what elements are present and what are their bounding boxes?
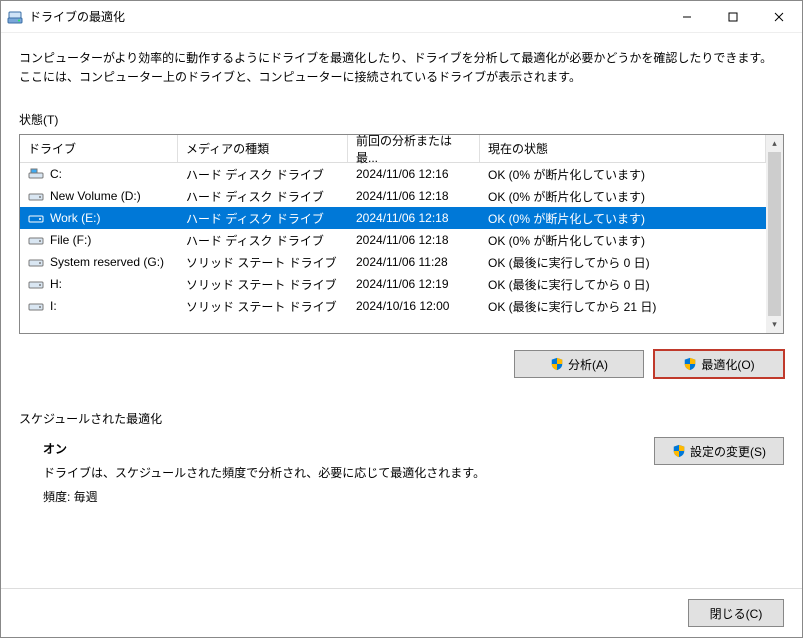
change-settings-label: 設定の変更(S) bbox=[690, 443, 766, 460]
drive-row[interactable]: C: ハード ディスク ドライブ2024/11/06 12:16OK (0% が断… bbox=[20, 163, 766, 185]
drive-icon bbox=[28, 256, 44, 268]
drive-row[interactable]: Work (E:) ハード ディスク ドライブ2024/11/06 12:18OK… bbox=[20, 207, 766, 229]
drive-status: OK (0% が断片化しています) bbox=[480, 210, 766, 227]
intro-text: コンピューターがより効率的に動作するようにドライブを最適化したり、ドライブを分析… bbox=[19, 49, 784, 87]
analyze-button-label: 分析(A) bbox=[568, 356, 608, 373]
drive-icon bbox=[28, 234, 44, 246]
drive-last-run: 2024/10/16 12:00 bbox=[348, 299, 480, 313]
drive-last-run: 2024/11/06 12:18 bbox=[348, 211, 480, 225]
drive-icon bbox=[28, 190, 44, 202]
drive-row[interactable]: New Volume (D:) ハード ディスク ドライブ2024/11/06 1… bbox=[20, 185, 766, 207]
schedule-section-label: スケジュールされた最適化 bbox=[19, 410, 784, 427]
change-settings-button[interactable]: 設定の変更(S) bbox=[654, 437, 784, 465]
status-section-label: 状態(T) bbox=[19, 111, 784, 128]
drive-media: ソリッド ステート ドライブ bbox=[178, 254, 348, 271]
optimize-button[interactable]: 最適化(O) bbox=[654, 350, 784, 378]
column-header-media[interactable]: メディアの種類 bbox=[178, 135, 348, 162]
column-header-status[interactable]: 現在の状態 bbox=[480, 135, 766, 162]
drive-media: ソリッド ステート ドライブ bbox=[178, 276, 348, 293]
optimize-drives-window: ドライブの最適化 コンピューターがより効率的に動作するようにドライブを最適化した… bbox=[0, 0, 803, 638]
shield-icon bbox=[550, 357, 564, 371]
optimize-button-label: 最適化(O) bbox=[701, 356, 754, 373]
drive-last-run: 2024/11/06 11:28 bbox=[348, 255, 480, 269]
scroll-thumb[interactable] bbox=[768, 152, 781, 316]
drive-media: ハード ディスク ドライブ bbox=[178, 188, 348, 205]
drive-icon bbox=[28, 278, 44, 290]
drive-row[interactable]: File (F:) ハード ディスク ドライブ2024/11/06 12:18OK… bbox=[20, 229, 766, 251]
scroll-down-arrow[interactable]: ▾ bbox=[766, 316, 783, 333]
drive-icon bbox=[28, 300, 44, 312]
drive-media: ハード ディスク ドライブ bbox=[178, 232, 348, 249]
maximize-button[interactable] bbox=[710, 2, 756, 32]
minimize-button[interactable] bbox=[664, 2, 710, 32]
drive-status: OK (0% が断片化しています) bbox=[480, 232, 766, 249]
close-dialog-button[interactable]: 閉じる(C) bbox=[688, 599, 784, 627]
column-header-drive[interactable]: ドライブ bbox=[20, 135, 178, 162]
drive-row[interactable]: System reserved (G:) ソリッド ステート ドライブ2024/1… bbox=[20, 251, 766, 273]
drive-name: C: bbox=[50, 167, 62, 181]
drive-status: OK (最後に実行してから 0 日) bbox=[480, 254, 766, 271]
drive-last-run: 2024/11/06 12:18 bbox=[348, 189, 480, 203]
schedule-frequency: 頻度: 毎週 bbox=[43, 485, 654, 509]
drive-name: Work (E:) bbox=[50, 211, 100, 225]
drive-media: ソリッド ステート ドライブ bbox=[178, 298, 348, 315]
drive-row[interactable]: I: ソリッド ステート ドライブ2024/10/16 12:00OK (最後に実… bbox=[20, 295, 766, 317]
app-icon bbox=[7, 9, 23, 25]
drive-media: ハード ディスク ドライブ bbox=[178, 166, 348, 183]
drive-name: System reserved (G:) bbox=[50, 255, 164, 269]
drive-status: OK (0% が断片化しています) bbox=[480, 166, 766, 183]
close-button-label: 閉じる(C) bbox=[710, 605, 763, 622]
window-title: ドライブの最適化 bbox=[29, 8, 664, 25]
shield-icon bbox=[672, 444, 686, 458]
drive-last-run: 2024/11/06 12:18 bbox=[348, 233, 480, 247]
drive-list-body: C:ハード ディスク ドライブ2024/11/06 12:16OK (0% が断… bbox=[20, 163, 766, 317]
drive-last-run: 2024/11/06 12:19 bbox=[348, 277, 480, 291]
drive-list-header: ドライブ メディアの種類 前回の分析または最... 現在の状態 bbox=[20, 135, 766, 163]
titlebar: ドライブの最適化 bbox=[1, 1, 802, 33]
scrollbar[interactable]: ▴ ▾ bbox=[766, 135, 783, 333]
drive-name: I: bbox=[50, 299, 57, 313]
drive-name: New Volume (D:) bbox=[50, 189, 141, 203]
drive-icon bbox=[28, 212, 44, 224]
scroll-up-arrow[interactable]: ▴ bbox=[766, 135, 783, 152]
drive-row[interactable]: H: ソリッド ステート ドライブ2024/11/06 12:19OK (最後に実… bbox=[20, 273, 766, 295]
drive-media: ハード ディスク ドライブ bbox=[178, 210, 348, 227]
intro-line1: コンピューターがより効率的に動作するようにドライブを最適化したり、ドライブを分析… bbox=[19, 49, 784, 68]
drive-last-run: 2024/11/06 12:16 bbox=[348, 167, 480, 181]
schedule-on-label: オン bbox=[43, 437, 654, 461]
drive-name: H: bbox=[50, 277, 62, 291]
drive-status: OK (0% が断片化しています) bbox=[480, 188, 766, 205]
close-button[interactable] bbox=[756, 2, 802, 32]
drive-name: File (F:) bbox=[50, 233, 91, 247]
column-header-last[interactable]: 前回の分析または最... bbox=[348, 135, 480, 162]
schedule-description: ドライブは、スケジュールされた頻度で分析され、必要に応じて最適化されます。 bbox=[43, 461, 654, 485]
analyze-button[interactable]: 分析(A) bbox=[514, 350, 644, 378]
drive-list-container: ドライブ メディアの種類 前回の分析または最... 現在の状態 C: ハード ディ… bbox=[19, 134, 784, 334]
drive-status: OK (最後に実行してから 0 日) bbox=[480, 276, 766, 293]
drive-status: OK (最後に実行してから 21 日) bbox=[480, 298, 766, 315]
drive-icon bbox=[28, 168, 44, 180]
shield-icon bbox=[683, 357, 697, 371]
intro-line2: ここには、コンピューター上のドライブと、コンピューターに接続されているドライブが… bbox=[19, 68, 784, 87]
